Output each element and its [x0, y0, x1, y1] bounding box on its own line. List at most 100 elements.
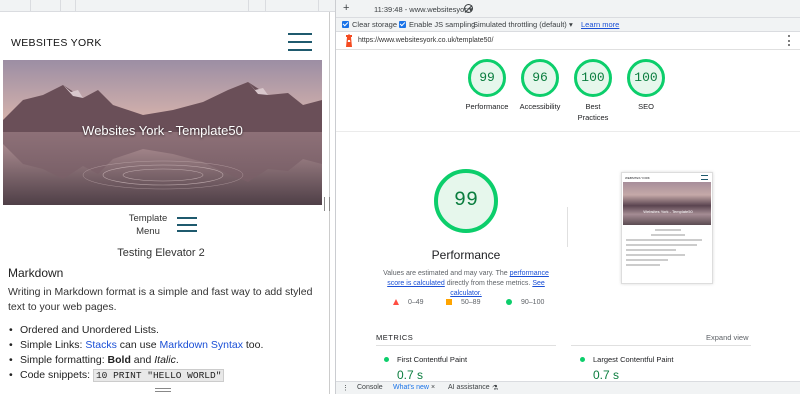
enable-js-sampling-checkbox[interactable] [399, 21, 406, 28]
list-item-text: and [130, 354, 155, 366]
devtools-drawer-tabs: ⋮ Console What's new × AI assistance ⚗ [336, 381, 800, 394]
performance-note-text: directly from these metrics. [444, 280, 533, 287]
lighthouse-options-bar: Clear storage Enable JS sampling Simulat… [336, 18, 800, 32]
list-item: Ordered and Unordered Lists. [8, 323, 320, 338]
pass-dot-icon [384, 357, 389, 362]
strip-divider [248, 0, 249, 12]
site-brand[interactable]: WEBSITES YORK [11, 37, 102, 49]
list-item-text: Code snippets: [20, 369, 93, 381]
section-divider [567, 207, 568, 247]
lcp-value: 0.7 s [593, 368, 620, 382]
fcp-value: 0.7 s [397, 368, 424, 382]
list-item: Simple Links: Stacks can use Markdown Sy… [8, 338, 320, 353]
close-whats-new-icon[interactable]: × [431, 384, 435, 391]
list-item-text: . [175, 354, 179, 366]
report-selector[interactable]: 11:39:48 - www.websitesyor:▾ [374, 5, 473, 14]
accessibility-score-gauge[interactable]: 96 [521, 59, 559, 97]
stacks-link[interactable]: Stacks [85, 339, 117, 351]
performance-section: 99 Performance Values are estimated and … [336, 142, 800, 382]
performance-note: Values are estimated and may vary. The p… [376, 269, 556, 299]
italic-text: Italic [154, 354, 176, 366]
tab-whats-new[interactable]: What's new [393, 384, 429, 391]
site-header: WEBSITES YORK [0, 30, 322, 58]
flask-icon: ⚗ [492, 385, 499, 392]
lighthouse-logo-icon [346, 34, 352, 47]
list-item-text: Simple formatting: [20, 354, 108, 366]
more-options-icon[interactable] [788, 35, 791, 46]
metrics-divider [571, 345, 751, 346]
strip-divider [60, 0, 61, 12]
template-menu-label-line2: Menu [136, 226, 160, 237]
list-item: Simple formatting: Bold and Italic. [8, 353, 320, 368]
hero-image: Websites York - Template50 [3, 60, 322, 205]
clear-storage-checkbox[interactable] [342, 21, 349, 28]
page-heading: Testing Elevator 2 [117, 247, 205, 259]
accessibility-score-label: Accessibility [519, 102, 561, 111]
markdown-list: Ordered and Unordered Lists. Simple Link… [8, 323, 320, 383]
thumbnail-menu-icon [701, 175, 708, 180]
thumbnail-title: WEBSITES YORK [625, 176, 650, 180]
tab-ai-assistance[interactable]: AI assistance [448, 384, 490, 391]
strip-divider [75, 0, 76, 12]
pass-circle-icon [506, 299, 512, 306]
template-menu-button[interactable]: Template Menu [118, 212, 178, 238]
devtools-lighthouse-panel: + 11:39:48 - www.websitesyor:▾ Clear sto… [335, 0, 800, 394]
performance-note-text: Values are estimated and may vary. The [383, 270, 510, 277]
legend-pass: 90–100 [506, 299, 544, 306]
score-summary: 99 Performance 96 Accessibility 100 Best… [336, 50, 800, 132]
code-snippet: 10 PRINT "HELLO WORLD" [92, 369, 225, 382]
fail-triangle-icon [393, 299, 399, 306]
performance-title: Performance [431, 248, 501, 262]
strip-divider [265, 0, 266, 12]
lighthouse-toolbar: + 11:39:48 - www.websitesyor:▾ [336, 0, 800, 18]
list-item-text: too. [242, 339, 264, 351]
lcp-label: Largest Contentful Paint [593, 355, 674, 364]
hero-title: Websites York - Template50 [82, 123, 243, 138]
performance-big-gauge: 99 [434, 169, 498, 233]
legend-average-label: 50–89 [461, 299, 481, 306]
clear-reports-icon[interactable] [464, 4, 473, 13]
list-item: Code snippets: 10 PRINT "HELLO WORLD" [8, 368, 320, 383]
markdown-syntax-link[interactable]: Markdown Syntax [160, 339, 243, 351]
thumbnail-hero: Websites York - Template50 [623, 182, 711, 225]
seo-score-gauge[interactable]: 100 [627, 59, 665, 97]
throttling-label[interactable]: Simulated throttling (default) [473, 20, 567, 29]
markdown-paragraph: Writing in Markdown format is a simple a… [8, 286, 313, 313]
list-item-text: can use [116, 339, 160, 351]
report-url: https://www.websitesyork.co.uk/template5… [358, 37, 494, 44]
bold-text: Bold [107, 354, 131, 366]
website-preview: WEBSITES YORK Websites York - Template50… [0, 12, 330, 394]
drawer-menu-icon[interactable]: ⋮ [342, 384, 349, 392]
seo-score-label: SEO [638, 102, 654, 111]
average-square-icon [446, 299, 452, 306]
resize-handle-icon[interactable] [155, 388, 171, 392]
tab-console[interactable]: Console [357, 384, 383, 391]
learn-more-link[interactable]: Learn more [581, 20, 619, 29]
best-practices-score-gauge[interactable]: 100 [574, 59, 612, 97]
legend-average: 50–89 [446, 299, 480, 306]
legend-pass-label: 90–100 [521, 299, 545, 306]
legend-fail: 0–49 [393, 299, 424, 306]
strip-divider [318, 0, 319, 12]
legend-fail-label: 0–49 [408, 299, 424, 306]
hamburger-menu-icon[interactable] [288, 33, 312, 51]
metrics-heading: METRICS [376, 333, 414, 342]
page-screenshot-thumbnail[interactable]: WEBSITES YORK Websites York - Template50 [621, 172, 713, 284]
list-item-text: Ordered and Unordered Lists. [20, 324, 159, 336]
metrics-divider [376, 345, 556, 346]
pass-dot-icon [580, 357, 585, 362]
new-report-plus-icon[interactable]: + [343, 2, 349, 14]
thumbnail-hero-title: Websites York - Template50 [643, 209, 693, 214]
enable-js-sampling-label: Enable JS sampling [409, 20, 476, 29]
pane-splitter-icon[interactable] [324, 197, 330, 211]
report-url-bar: https://www.websitesyork.co.uk/template5… [336, 32, 800, 50]
throttling-dropdown-icon[interactable]: ▾ [569, 20, 573, 29]
clear-storage-label: Clear storage [352, 20, 398, 29]
fcp-label: First Contentful Paint [397, 355, 468, 364]
expand-view-toggle[interactable]: Expand view [706, 333, 749, 342]
thumbnail-text-lines [626, 229, 710, 269]
performance-score-gauge[interactable]: 99 [468, 59, 506, 97]
template-menu-icon[interactable] [177, 217, 197, 232]
strip-divider [30, 0, 31, 12]
list-item-text: Simple Links: [20, 339, 86, 351]
